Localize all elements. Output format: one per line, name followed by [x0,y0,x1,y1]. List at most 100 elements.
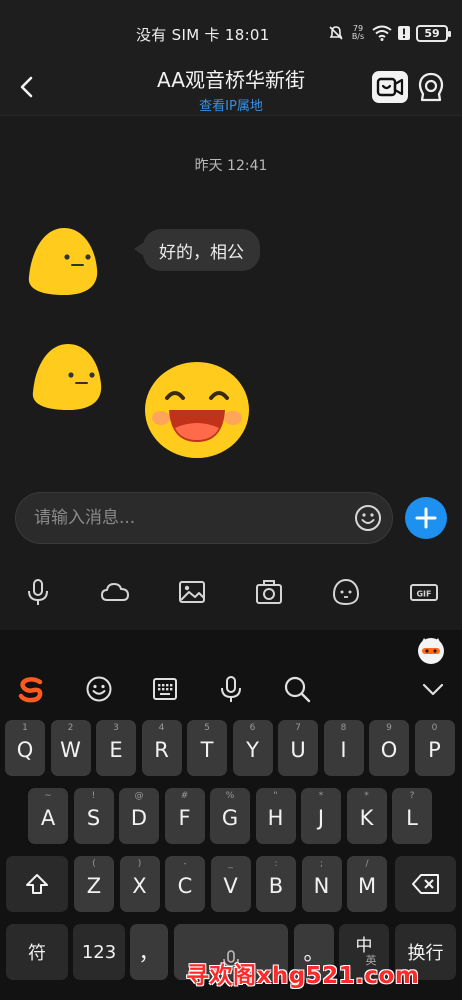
key-label: P [428,738,441,762]
key-w[interactable]: 2W [50,720,91,776]
image-icon[interactable] [176,576,208,608]
key-hint: ) [137,859,142,869]
symbol-key[interactable]: 符 [6,924,68,980]
key-n[interactable]: ; N [301,856,342,912]
key-label: C [177,874,193,898]
key-e[interactable]: 3E [96,720,136,776]
key-k[interactable]: * K [346,788,387,844]
cloud-icon[interactable] [99,576,131,608]
key-hint: ? [409,791,415,801]
key-p[interactable]: 0P [414,720,455,776]
status-carrier-time: 没有 SIM 卡 18:01 [136,26,270,44]
video-call-button[interactable] [372,71,408,103]
key-label: N [313,874,330,898]
key-label: B [268,874,284,898]
camera-icon[interactable] [253,576,285,608]
mute-icon [329,26,343,40]
status-icons: 79 B/s 59 [328,22,451,44]
key-h[interactable]: " H [255,788,296,844]
key-hint: @ [134,791,144,801]
key-hint: 2 [67,723,74,733]
chat-area[interactable]: 昨天 12:41 好的，相公 [0,117,462,487]
key-r[interactable]: 4R [141,720,182,776]
svg-text:GIF: GIF [416,590,431,599]
key-hint: * [364,791,369,801]
key-c[interactable]: -C [165,856,205,912]
key-label: A [40,806,56,830]
key-g[interactable]: % G [210,788,250,844]
key-label: R [154,738,169,762]
key-hint: ; [319,859,324,869]
key-label: K [359,806,374,830]
net-speed: 79 B/s [350,25,366,41]
key-hint: 3 [113,723,119,733]
message-bubble[interactable]: 好的，相公 [134,229,260,271]
key-label: G [221,806,239,830]
key-y[interactable]: 6Y [232,720,273,776]
key-d[interactable]: @ D [119,788,159,844]
key-o[interactable]: 9O [369,720,409,776]
key-z[interactable]: (Z [74,856,114,912]
profile-icon[interactable] [415,71,447,103]
key-m[interactable]: / M [347,856,387,912]
key-label: Z [86,874,102,898]
shift-key[interactable] [6,856,68,912]
key-l[interactable]: ? L [392,788,432,844]
key-x[interactable]: ) X [119,856,160,912]
net-speed-unit: B/s [351,32,365,41]
key-t[interactable]: 5T [187,720,227,776]
message-input[interactable] [15,492,393,544]
key-label: S [86,806,101,830]
emoji-icon[interactable] [84,674,114,704]
chat-header: AA观音桥华新街 查看IP属地 [0,62,462,116]
contact-avatar[interactable] [27,225,101,297]
video-call-icon [376,77,404,97]
key-label: L [406,806,418,830]
gif-icon[interactable]: GIF [408,576,440,608]
key-label: Q [16,738,34,762]
key-label: J [317,806,325,830]
laughing-face-emoji[interactable] [143,360,251,460]
key-label: V [223,874,238,898]
key-u[interactable]: 7U [278,720,318,776]
key-q[interactable]: 1Q [5,720,45,776]
keyboard-icon[interactable] [150,674,180,704]
key-hint: # [180,791,189,801]
sogou-logo[interactable] [16,674,46,704]
status-bar: 没有 SIM 卡 18:01 79 B/s 59 [0,0,462,62]
shift-icon [26,874,48,894]
key-label: I [340,738,347,762]
search-icon[interactable] [282,674,312,704]
key-hint: _ [228,859,233,869]
key-s[interactable]: ! S [73,788,114,844]
key-hint: * [318,791,324,801]
key-label: X [132,874,147,898]
key-hint: 8 [340,723,347,733]
collapse-icon[interactable] [418,674,448,704]
sticker-icon[interactable] [330,576,362,608]
backspace-key[interactable] [395,856,456,912]
contact-avatar[interactable] [31,342,105,412]
comma-key[interactable]: ， [130,924,168,980]
key-b[interactable]: :B [256,856,296,912]
add-button[interactable] [405,497,447,539]
mic-icon[interactable] [216,674,246,704]
key-hint: ! [91,791,96,801]
message-text: 好的，相公 [159,242,244,263]
alert-icon [398,26,410,40]
key-label: F [178,806,191,830]
wifi-icon [372,25,392,41]
key-j[interactable]: * J [301,788,341,844]
voice-icon[interactable] [22,576,54,608]
emoji-icon[interactable] [354,504,382,532]
key-a[interactable]: ~ A [28,788,68,844]
key-label: H [267,806,284,830]
keyboard-mascot-icon[interactable] [416,635,446,665]
message-input-row [0,490,462,546]
key-f[interactable]: # F [164,788,205,844]
key-hint: ~ [44,791,52,801]
key-v[interactable]: _ V [210,856,251,912]
numbers-key[interactable]: 123 [73,924,125,980]
key-hint: - [183,859,187,869]
key-i[interactable]: 8I [323,720,364,776]
